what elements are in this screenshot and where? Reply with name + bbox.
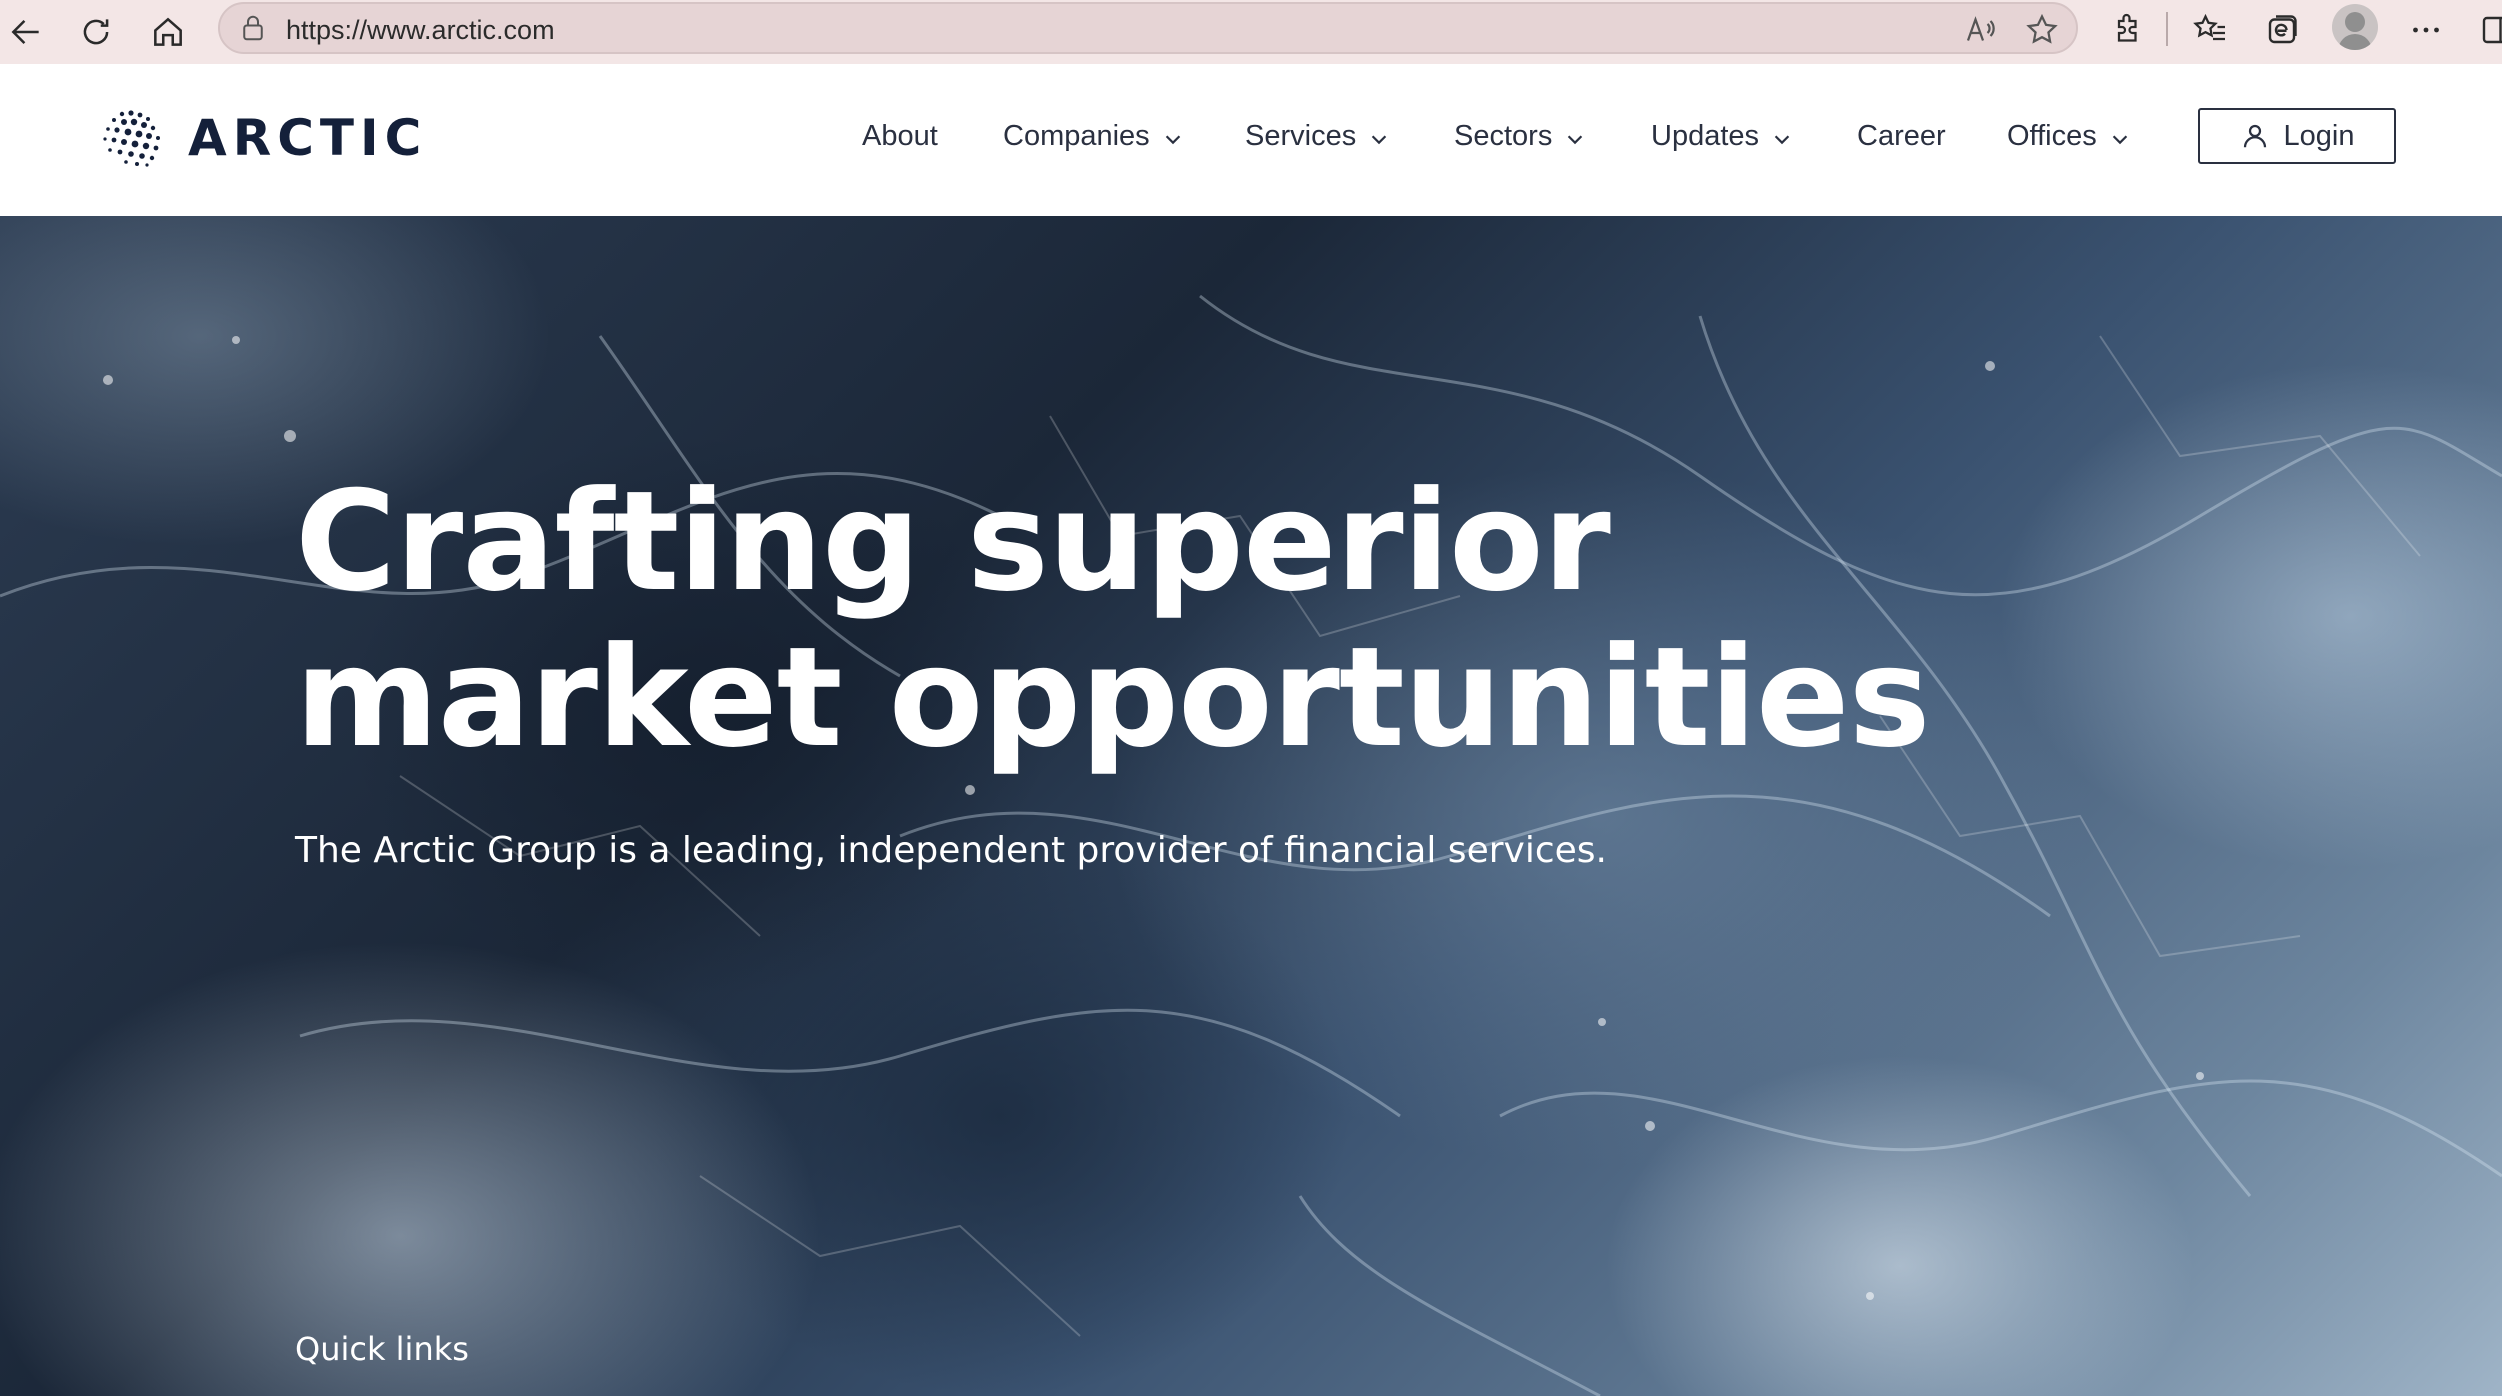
nav-label: Updates bbox=[1651, 120, 1760, 152]
ice-background-image bbox=[0, 294, 2502, 1396]
chevron-down-icon bbox=[1165, 134, 1180, 144]
login-label: Login bbox=[2283, 119, 2355, 152]
nav-label: Services bbox=[1245, 120, 1357, 152]
quick-links-label[interactable]: Quick links bbox=[295, 1330, 469, 1368]
user-icon bbox=[2243, 124, 2266, 148]
home-icon[interactable] bbox=[144, 8, 192, 56]
nav-services[interactable]: Services bbox=[1245, 120, 1390, 153]
chevron-down-icon bbox=[2112, 134, 2127, 144]
refresh-icon[interactable] bbox=[72, 8, 120, 56]
favorites-list-icon[interactable] bbox=[2186, 6, 2234, 54]
nav-label: Offices bbox=[2007, 120, 2097, 152]
nav-label: Sectors bbox=[1454, 120, 1553, 152]
nav-updates[interactable]: Updates bbox=[1651, 120, 1793, 153]
address-bar[interactable]: https://www.arctic.com bbox=[218, 2, 2078, 54]
chevron-down-icon bbox=[1774, 134, 1790, 144]
main-nav: About Companies Services Sectors Updates… bbox=[0, 64, 2502, 216]
nav-sectors[interactable]: Sectors bbox=[1454, 120, 1586, 153]
chevron-down-icon bbox=[1568, 134, 1583, 144]
favorite-star-icon[interactable] bbox=[2024, 12, 2060, 48]
lock-icon[interactable] bbox=[238, 13, 268, 43]
hero-subtitle: The Arctic Group is a leading, independe… bbox=[295, 830, 1607, 871]
toolbar-divider bbox=[2166, 12, 2168, 46]
collections-icon[interactable] bbox=[2258, 6, 2306, 54]
nav-offices[interactable]: Offices bbox=[2007, 120, 2131, 153]
extensions-icon[interactable] bbox=[2104, 6, 2152, 54]
nav-label: Career bbox=[1857, 120, 1946, 152]
chevron-down-icon bbox=[1372, 134, 1387, 144]
site-header: ARCTIC About Companies Services Sectors … bbox=[0, 64, 2502, 216]
more-menu-icon[interactable] bbox=[2402, 6, 2450, 54]
hero-title: Crafting superior market opportunities bbox=[295, 461, 1931, 778]
nav-label: About bbox=[862, 120, 938, 152]
back-arrow-icon[interactable] bbox=[2, 8, 50, 56]
nav-about[interactable]: About bbox=[862, 120, 938, 153]
nav-companies[interactable]: Companies bbox=[1003, 120, 1184, 153]
profile-avatar[interactable] bbox=[2332, 4, 2378, 50]
read-aloud-icon[interactable] bbox=[1962, 12, 1998, 48]
browser-toolbar: https://www.arctic.com bbox=[0, 0, 2502, 64]
nav-career[interactable]: Career bbox=[1857, 120, 1946, 153]
url-text[interactable]: https://www.arctic.com bbox=[286, 15, 555, 46]
nav-label: Companies bbox=[1003, 120, 1150, 152]
hero-section: Crafting superior market opportunities T… bbox=[0, 216, 2502, 1396]
login-button[interactable]: Login bbox=[2198, 108, 2396, 164]
sidebar-toggle-icon[interactable] bbox=[2472, 6, 2502, 54]
